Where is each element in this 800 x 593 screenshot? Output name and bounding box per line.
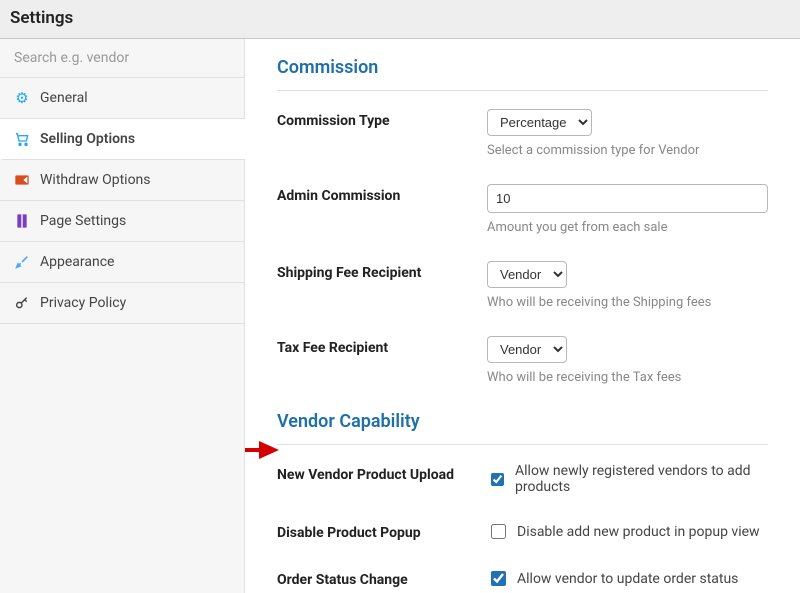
sidebar-item-label: Privacy Policy — [40, 295, 126, 311]
brush-icon — [14, 254, 30, 270]
checkbox-label: Disable add new product in popup view — [517, 524, 760, 540]
field-desc: Select a commission type for Vendor — [487, 143, 768, 158]
sidebar-item-appearance[interactable]: Appearance — [0, 242, 244, 283]
section-vendor-capability: Vendor Capability — [277, 411, 768, 445]
row-admin-commission: Admin Commission Amount you get from eac… — [277, 184, 768, 235]
sidebar-item-selling-options[interactable]: Selling Options — [0, 119, 245, 160]
field-desc: Who will be receiving the Tax fees — [487, 370, 768, 385]
book-icon — [14, 213, 30, 229]
section-commission: Commission — [277, 57, 768, 91]
field-label: New Vendor Product Upload — [277, 463, 487, 483]
commission-type-select[interactable]: Percentage — [487, 109, 592, 136]
order-status-change-checkbox[interactable] — [491, 571, 506, 586]
row-order-status-change: Order Status Change Allow vendor to upda… — [277, 568, 768, 589]
section-title: Vendor Capability — [277, 411, 768, 432]
checkbox-label: Allow newly registered vendors to add pr… — [515, 463, 768, 495]
field-desc: Who will be receiving the Shipping fees — [487, 295, 768, 310]
shipping-fee-select[interactable]: Vendor — [487, 261, 567, 288]
settings-sidebar: Search e.g. vendor ⚙ General Selling Opt… — [0, 39, 245, 593]
sidebar-item-page-settings[interactable]: Page Settings — [0, 201, 244, 242]
sidebar-item-label: General — [40, 90, 88, 106]
field-label: Tax Fee Recipient — [277, 336, 487, 356]
checkbox-label: Allow vendor to update order status — [517, 571, 738, 587]
settings-panel: Search e.g. vendor ⚙ General Selling Opt… — [0, 38, 800, 593]
key-icon — [14, 295, 30, 311]
sidebar-item-label: Appearance — [40, 254, 114, 270]
settings-content: Commission Commission Type Percentage Se… — [245, 39, 800, 593]
page-title: Settings — [0, 0, 800, 38]
new-vendor-upload-checkbox[interactable] — [491, 472, 504, 487]
sidebar-item-general[interactable]: ⚙ General — [0, 78, 244, 119]
sidebar-item-label: Withdraw Options — [40, 172, 151, 188]
field-label: Shipping Fee Recipient — [277, 261, 487, 281]
search-input[interactable]: Search e.g. vendor — [0, 39, 244, 78]
field-desc: Amount you get from each sale — [487, 220, 768, 235]
sidebar-item-label: Page Settings — [40, 213, 126, 229]
row-shipping-fee: Shipping Fee Recipient Vendor Who will b… — [277, 261, 768, 310]
arrow-annotation — [245, 438, 279, 462]
section-title: Commission — [277, 57, 768, 78]
field-label: Disable Product Popup — [277, 521, 487, 541]
tax-fee-select[interactable]: Vendor — [487, 336, 567, 363]
sidebar-item-privacy-policy[interactable]: Privacy Policy — [0, 283, 244, 324]
sidebar-item-label: Selling Options — [40, 131, 135, 147]
row-tax-fee: Tax Fee Recipient Vendor Who will be rec… — [277, 336, 768, 385]
admin-commission-input[interactable] — [487, 184, 768, 213]
disable-popup-checkbox[interactable] — [491, 524, 506, 539]
cart-icon — [14, 131, 30, 147]
field-label: Commission Type — [277, 109, 487, 129]
sidebar-item-withdraw-options[interactable]: Withdraw Options — [0, 160, 244, 201]
row-new-vendor-upload: New Vendor Product Upload Allow newly re… — [277, 463, 768, 495]
gear-icon: ⚙ — [14, 90, 30, 106]
withdraw-icon — [14, 172, 30, 188]
row-disable-product-popup: Disable Product Popup Disable add new pr… — [277, 521, 768, 542]
field-label: Admin Commission — [277, 184, 487, 204]
row-commission-type: Commission Type Percentage Select a comm… — [277, 109, 768, 158]
field-label: Order Status Change — [277, 568, 487, 588]
